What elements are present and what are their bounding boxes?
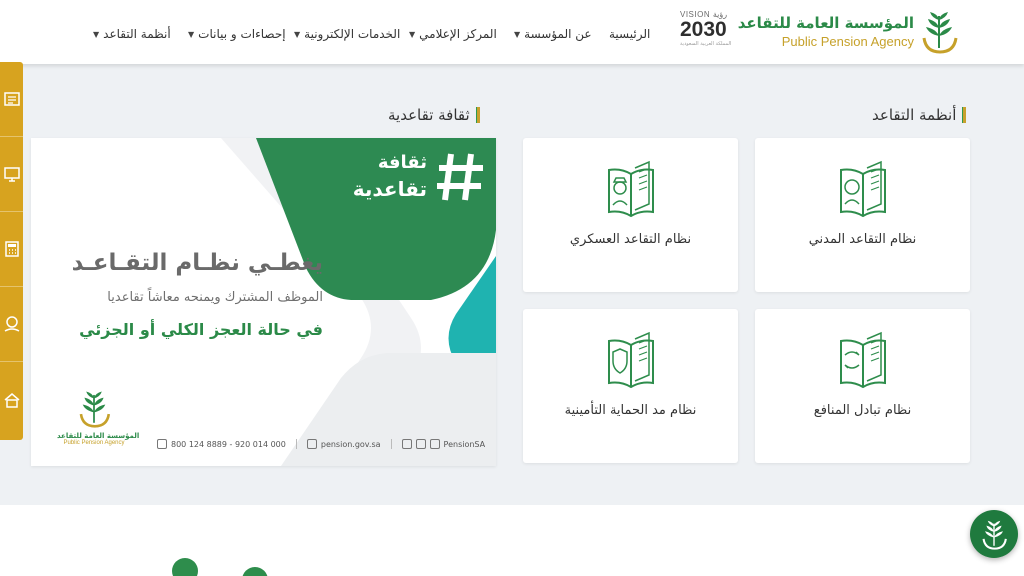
- title-accent-bar: [475, 107, 480, 123]
- sidebar-housing-button[interactable]: [0, 362, 23, 437]
- hashtag-line2: تقاعدية: [352, 177, 427, 201]
- benefits-exchange-book-icon: [840, 331, 886, 389]
- banner-phone: 800 124 8889 - 920 014 000: [171, 439, 286, 449]
- hashtag-line1: ثقافة: [377, 152, 427, 173]
- vision-year: 2030: [680, 18, 727, 41]
- banner-logo-english: Public Pension Agency: [63, 440, 125, 446]
- nav-statistics[interactable]: إحصاءات و بيانات ▼: [188, 24, 286, 44]
- card-military-retirement[interactable]: نظام التقاعد العسكري: [523, 138, 738, 292]
- youtube-icon: [429, 439, 440, 449]
- wheat-emblem-icon: [79, 391, 111, 428]
- civil-retirement-book-icon: [840, 160, 886, 218]
- card-benefits-exchange[interactable]: نظام تبادل المنافع: [755, 309, 970, 463]
- chevron-down-icon: ▼: [409, 29, 416, 39]
- retirement-culture-title: ثقافة تقاعدية: [388, 106, 480, 124]
- twitter-icon: [401, 439, 412, 449]
- quick-access-sidebar: [0, 62, 23, 440]
- agency-logo[interactable]: المؤسسة العامة للتقاعد Public Pension Ag…: [738, 6, 960, 58]
- logo-arabic-text: المؤسسة العامة للتقاعد: [737, 14, 914, 32]
- instagram-icon: [415, 439, 426, 449]
- next-section: [0, 505, 1024, 576]
- banner-subtitle: الموظف المشترك ويمنحه معاشاً تقاعديا: [107, 290, 323, 305]
- retirement-culture-banner[interactable]: ثقافة تقاعدية يغطـي نظـام التقـاعـد المو…: [31, 138, 496, 466]
- hashtag-text: ثقافة تقاعدية: [327, 150, 427, 202]
- decorative-dot: [242, 567, 268, 576]
- chevron-down-icon: ▼: [514, 29, 521, 39]
- retirement-systems-title-text: أنظمة التقاعد: [872, 106, 957, 124]
- banner-logo: المؤسسة العامة للتقاعد Public Pension Ag…: [57, 388, 140, 452]
- nav-retirement-systems[interactable]: أنظمة التقاعد ▼: [93, 24, 171, 44]
- phone-icon: [157, 439, 167, 449]
- banner-handle: PensionSA: [443, 439, 486, 449]
- retirement-systems-title: أنظمة التقاعد: [872, 106, 967, 124]
- nav-eservices-label: الخدمات الإلكترونية: [304, 27, 401, 41]
- divider: [295, 439, 297, 449]
- card-exchange-label: نظام تبادل المنافع: [813, 403, 912, 418]
- nav-home-label: الرئيسية: [609, 27, 651, 41]
- nav-media-label: المركز الإعلامي: [419, 27, 497, 41]
- vision-subtitle: المملكة العربية السعودية: [680, 41, 732, 47]
- insurance-protection-book-icon: [608, 331, 654, 389]
- card-military-label: نظام التقاعد العسكري: [569, 232, 692, 247]
- wheat-emblem-icon: [982, 520, 1007, 550]
- hashtag-icon: [437, 153, 483, 201]
- monitor-icon: [3, 167, 20, 182]
- card-insurance-protection[interactable]: نظام مد الحماية التأمينية: [523, 309, 738, 463]
- sidebar-pension-button[interactable]: [0, 287, 23, 362]
- card-civil-label: نظام التقاعد المدني: [808, 232, 917, 247]
- nav-systems-label: أنظمة التقاعد: [103, 27, 171, 41]
- retirement-culture-title-text: ثقافة تقاعدية: [388, 106, 470, 124]
- decorative-dot: [172, 558, 198, 576]
- chevron-down-icon: ▼: [188, 29, 195, 39]
- nav-e-services[interactable]: الخدمات الإلكترونية ▼: [294, 24, 400, 44]
- banner-contact-row: 800 124 8889 - 920 014 000 pension.gov.s…: [157, 437, 487, 451]
- hand-coin-icon: [4, 316, 19, 332]
- banner-title: يغطـي نظـام التقـاعـد: [71, 250, 323, 276]
- house-icon: [4, 392, 19, 408]
- sidebar-monitor-button[interactable]: [0, 137, 23, 212]
- floating-logo-button[interactable]: [970, 510, 1018, 558]
- divider: [390, 439, 392, 449]
- nav-home[interactable]: الرئيسية: [609, 24, 650, 44]
- title-accent-bar: [962, 107, 967, 123]
- calculator-icon: [4, 241, 19, 257]
- card-insurance-label: نظام مد الحماية التأمينية: [564, 403, 697, 418]
- card-civil-retirement[interactable]: نظام التقاعد المدني: [755, 138, 970, 292]
- chevron-down-icon: ▼: [93, 29, 100, 39]
- chevron-down-icon: ▼: [294, 29, 301, 39]
- web-icon: [306, 439, 317, 449]
- nav-media-center[interactable]: المركز الإعلامي ▼: [409, 24, 497, 44]
- nav-about[interactable]: عن المؤسسة ▼: [514, 24, 592, 44]
- banner-emphasis: في حالة العجز الكلي أو الجزئي: [79, 320, 323, 339]
- wheat-emblem-icon: [922, 12, 958, 54]
- form-icon: [3, 92, 20, 106]
- nav-statistics-label: إحصاءات و بيانات: [198, 27, 286, 41]
- banner-website: pension.gov.sa: [320, 439, 381, 449]
- nav-about-label: عن المؤسسة: [524, 27, 592, 41]
- vision-2030-logo[interactable]: VISION رؤية 2030 المملكة العربية السعودي…: [680, 10, 738, 54]
- sidebar-form-button[interactable]: [0, 62, 23, 137]
- site-header: المؤسسة العامة للتقاعد Public Pension Ag…: [0, 0, 1024, 64]
- military-retirement-book-icon: [608, 160, 654, 218]
- logo-english-text: Public Pension Agency: [781, 34, 914, 49]
- sidebar-calculator-button[interactable]: [0, 212, 23, 287]
- banner-logo-arabic: المؤسسة العامة للتقاعد: [57, 432, 140, 440]
